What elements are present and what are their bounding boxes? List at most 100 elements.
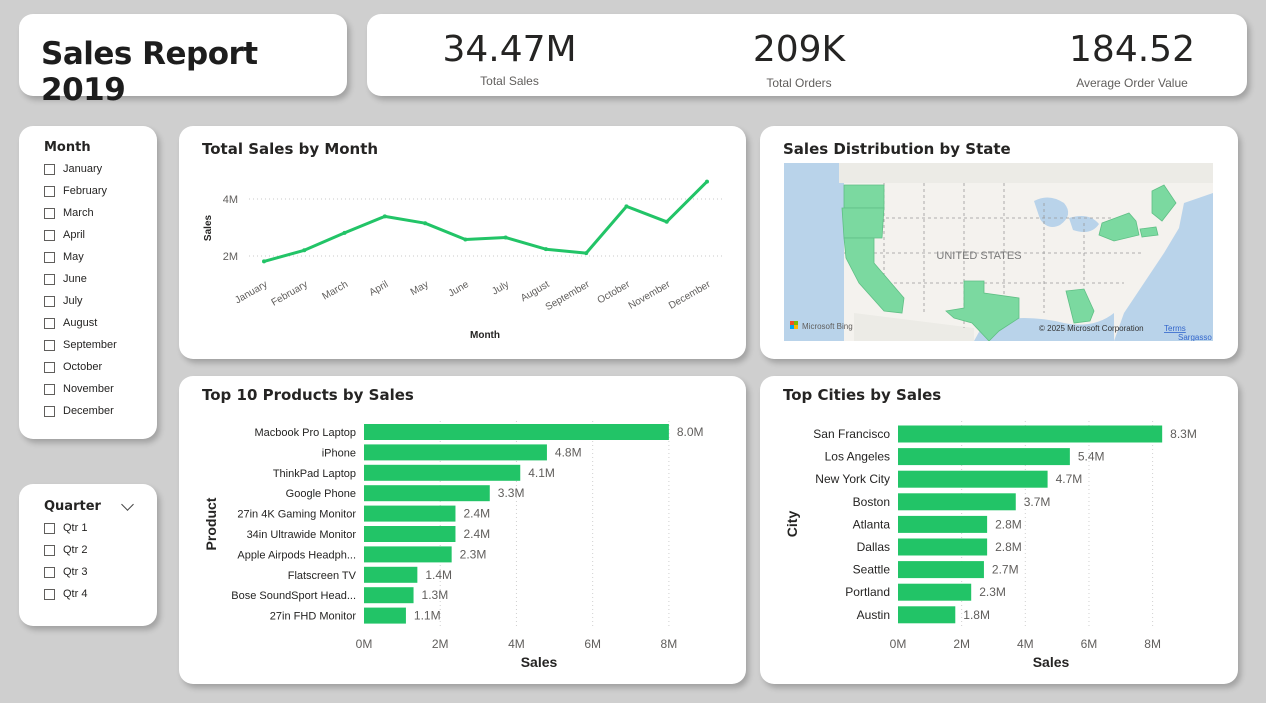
category-label: Macbook Pro Laptop [254,427,356,439]
slicer-option[interactable]: May [44,246,117,268]
bar[interactable] [898,561,984,579]
checkbox[interactable] [44,566,55,578]
line-point[interactable] [382,214,387,219]
bing-logo-icon [794,321,798,325]
line-point[interactable] [584,251,589,256]
visual-title: Sales Distribution by State [783,140,1011,158]
slicer-option[interactable]: March [44,202,117,224]
slicer-option[interactable]: Qtr 2 [44,539,87,561]
slicer-option[interactable]: November [44,378,117,400]
kpi-label: Average Order Value [1076,76,1188,90]
state-maine [1151,184,1177,222]
data-label: 1.3M [422,588,449,602]
month-list: January February March April May June July Augu… [44,158,117,422]
x-tick: 0M [356,637,373,651]
bar[interactable] [898,448,1070,466]
state-oregon [841,207,885,239]
line-point[interactable] [423,221,428,226]
checkbox[interactable] [44,317,55,329]
checkbox[interactable] [44,295,55,307]
bar[interactable] [364,485,490,502]
bar[interactable] [364,607,406,624]
checkbox[interactable] [44,207,55,219]
slicer-option[interactable]: April [44,224,117,246]
bar[interactable] [898,515,988,533]
checkbox[interactable] [44,185,55,197]
bar[interactable] [364,424,669,440]
checkbox[interactable] [44,522,55,534]
line-point[interactable] [342,230,347,235]
bar[interactable] [898,425,1163,443]
bar[interactable] [364,505,456,522]
checkbox[interactable] [44,251,55,263]
ocean-west [784,163,844,341]
line-point[interactable] [705,179,709,184]
sales-by-state-visual[interactable]: Sales Distribution by State UNITED STATE… [760,126,1238,359]
slicer-option[interactable]: Qtr 1 [44,517,87,539]
data-label: 4.8M [555,445,582,459]
sales-by-month-visual[interactable]: Total Sales by Month 4M 2M Sales Month J… [179,126,746,359]
slicer-title: Quarter [44,499,101,514]
kpi-average-order-value[interactable]: 184.52 Average Order Value [1052,14,1212,91]
option-label: April [63,229,86,241]
slicer-option[interactable]: Qtr 3 [44,561,87,583]
data-label: 2.8M [995,517,1022,531]
option-label: May [63,251,84,263]
category-label: San Francisco [813,427,890,441]
bar[interactable] [898,538,988,556]
checkbox[interactable] [44,383,55,395]
bar[interactable] [898,493,1016,511]
top-products-visual[interactable]: Top 10 Products by Sales 0M 2M 4M 6M 8M Macb… [179,376,746,684]
line-point[interactable] [463,237,468,242]
line-point[interactable] [503,235,508,240]
slicer-option[interactable]: January [44,158,117,180]
checkbox[interactable] [44,588,55,600]
line-point[interactable] [624,204,629,209]
slicer-option[interactable]: December [44,400,117,422]
category-label: Dallas [857,540,890,554]
bar[interactable] [364,526,456,542]
line-point[interactable] [543,247,548,252]
line-point[interactable] [664,219,669,224]
slicer-option[interactable]: September [44,334,117,356]
category-label: Google Phone [286,488,356,500]
kpi-total-sales[interactable]: 34.47M Total Sales [437,14,582,89]
bar[interactable] [898,470,1048,488]
x-tick: 6M [584,637,601,651]
bar[interactable] [364,587,414,604]
bar[interactable] [898,583,972,601]
map-terms-link[interactable]: Terms [1164,324,1186,333]
checkbox[interactable] [44,273,55,285]
slicer-option[interactable]: July [44,290,117,312]
slicer-option[interactable]: February [44,180,117,202]
slicer-option[interactable]: August [44,312,117,334]
data-label: 2.8M [995,540,1022,554]
map-canvas[interactable]: UNITED STATES Microsoft Bing © 2025 Micr… [784,163,1213,341]
x-tick: 2M [432,637,449,651]
checkbox[interactable] [44,361,55,373]
slicer-option[interactable]: June [44,268,117,290]
checkbox[interactable] [44,229,55,241]
checkbox[interactable] [44,544,55,556]
kpi-total-orders[interactable]: 209K Total Orders [729,14,869,91]
checkbox[interactable] [44,339,55,351]
month-slicer: Month January February March April May June Ju… [19,126,157,439]
category-label: Atlanta [853,517,891,531]
line-point[interactable] [302,248,307,253]
kpi-value: 209K [752,29,846,70]
chevron-down-icon[interactable] [121,498,134,511]
option-label: Qtr 4 [63,588,88,600]
slicer-option[interactable]: Qtr 4 [44,583,87,605]
bar[interactable] [364,464,521,481]
checkbox[interactable] [44,163,55,175]
line-point[interactable] [262,259,266,264]
bar[interactable] [364,566,418,583]
bar[interactable] [364,546,452,563]
checkbox[interactable] [44,405,55,417]
kpi-value: 34.47M [442,29,577,70]
top-cities-visual[interactable]: Top Cities by Sales 0M 2M 4M 6M 8M San Franc… [760,376,1238,684]
slicer-option[interactable]: October [44,356,117,378]
option-label: August [63,317,98,329]
bar[interactable] [898,606,956,624]
bar[interactable] [364,444,547,461]
